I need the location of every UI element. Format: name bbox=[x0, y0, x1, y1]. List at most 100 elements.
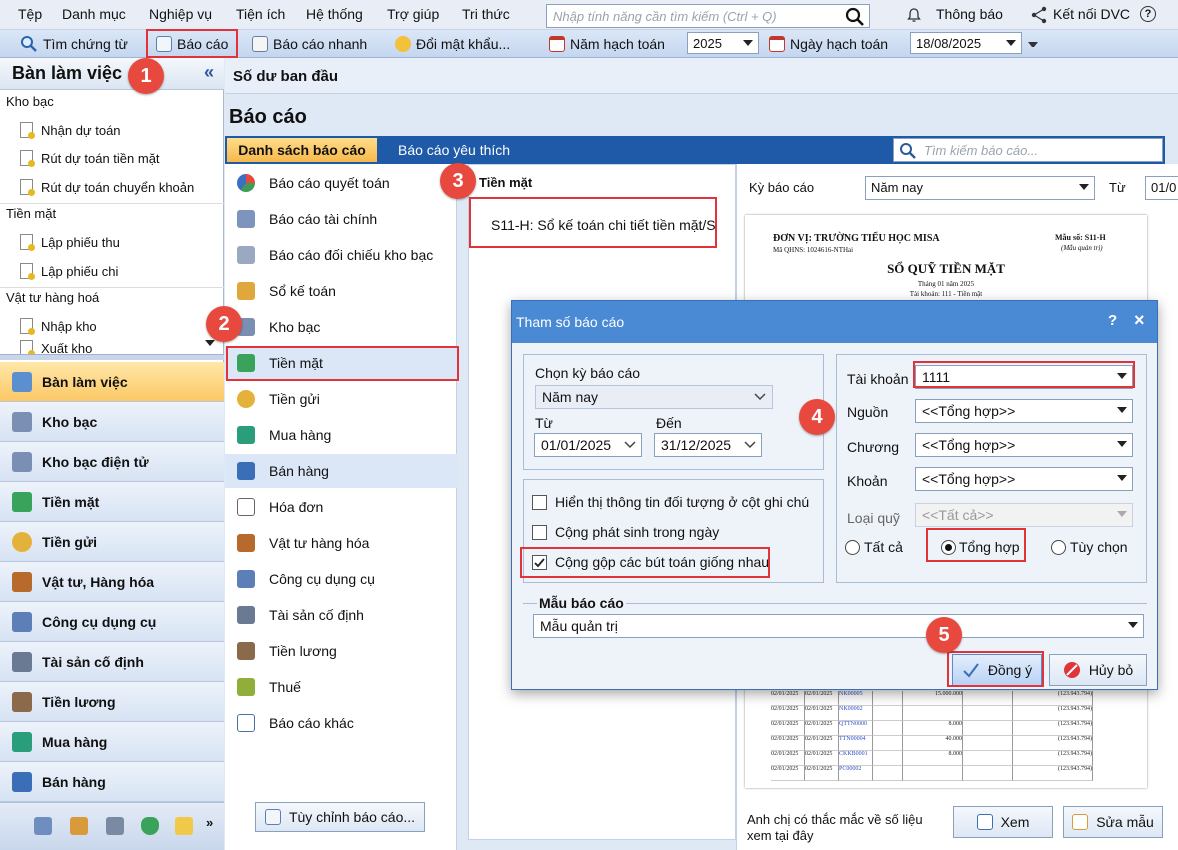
radio-summary[interactable] bbox=[941, 540, 956, 555]
list-item[interactable]: Tiền lương bbox=[225, 634, 457, 668]
section-kho-bac[interactable]: Kho bạc bbox=[0, 94, 224, 109]
help-icon[interactable]: ? bbox=[1140, 6, 1156, 22]
radio-custom[interactable] bbox=[1051, 540, 1066, 555]
list-item[interactable]: Sổ kế toán bbox=[225, 274, 457, 308]
tab-report-list[interactable]: Danh sách báo cáo bbox=[227, 138, 377, 162]
find-docs-button[interactable]: Tìm chứng từ bbox=[20, 34, 128, 54]
search-icon[interactable] bbox=[845, 7, 865, 27]
list-item[interactable]: Báo cáo khác bbox=[225, 706, 457, 740]
list-item[interactable]: Rút dự toán chuyển khoản bbox=[20, 179, 194, 196]
list-item[interactable]: Báo cáo quyết toán bbox=[225, 166, 457, 200]
to-date-input[interactable]: 31/12/2025 bbox=[654, 433, 762, 457]
list-item[interactable]: Thuế bbox=[225, 670, 457, 704]
report-shortcut-icon[interactable] bbox=[34, 817, 52, 835]
chapter-select[interactable]: <<Tổng hợp>> bbox=[915, 433, 1133, 457]
posting-date-select[interactable]: 18/08/2025 bbox=[910, 32, 1022, 54]
close-icon[interactable]: × bbox=[1134, 310, 1145, 331]
nav-sales[interactable]: Bán hàng bbox=[0, 762, 224, 802]
list-item[interactable]: Báo cáo đối chiếu kho bạc bbox=[225, 238, 457, 272]
from-date-input[interactable]: 01/0 bbox=[1145, 176, 1178, 200]
list-item[interactable]: Tiền gửi bbox=[225, 382, 457, 416]
preview-cell: 02/01/2025 bbox=[771, 751, 805, 766]
nav-label: Mua hàng bbox=[42, 733, 108, 750]
from-date-input[interactable]: 01/01/2025 bbox=[534, 433, 642, 457]
splitter[interactable] bbox=[0, 354, 224, 360]
nav-fixed-assets[interactable]: Tài sản cố định bbox=[0, 642, 224, 682]
menu-utilities[interactable]: Tiện ích bbox=[236, 6, 285, 22]
show-object-checkbox[interactable] bbox=[532, 495, 547, 510]
list-item[interactable]: Rút dự toán tiền mặt bbox=[20, 150, 160, 167]
radio-all[interactable] bbox=[845, 540, 860, 555]
list-item[interactable]: Lập phiếu thu bbox=[20, 234, 120, 251]
merge-entries-checkbox[interactable] bbox=[532, 555, 547, 570]
source-select[interactable]: <<Tổng hợp>> bbox=[915, 399, 1133, 423]
list-item-label: Báo cáo đối chiếu kho bạc bbox=[269, 247, 434, 263]
dialog-help-icon[interactable]: ? bbox=[1108, 312, 1117, 329]
chevron-down-icon[interactable] bbox=[205, 340, 215, 346]
toolbar: Tìm chứng từ Báo cáo Báo cáo nhanh Đổi m… bbox=[0, 30, 1178, 58]
daily-sum-checkbox[interactable] bbox=[532, 525, 547, 540]
list-item[interactable]: Nhập kho bbox=[20, 318, 97, 335]
list-item[interactable]: Lập phiếu chi bbox=[20, 263, 118, 280]
more-icon[interactable]: » bbox=[206, 815, 213, 830]
period-select[interactable]: Năm nay bbox=[865, 176, 1095, 200]
menu-catalog[interactable]: Danh mục bbox=[62, 6, 126, 22]
quick-report-button[interactable]: Báo cáo nhanh bbox=[252, 34, 367, 54]
notifications-link[interactable]: Thông báo bbox=[936, 6, 1003, 22]
list-item[interactable]: Báo cáo tài chính bbox=[225, 202, 457, 236]
nav-treasury[interactable]: Kho bạc bbox=[0, 402, 224, 442]
list-item[interactable]: Bán hàng bbox=[225, 454, 457, 488]
ok-button[interactable]: Đồng ý bbox=[952, 654, 1042, 686]
list-item-selected[interactable]: Tiền mặt bbox=[225, 346, 457, 380]
nav-deposit[interactable]: Tiền gửi bbox=[0, 522, 224, 562]
nav-goods[interactable]: Vật tư, Hàng hóa bbox=[0, 562, 224, 602]
menu-file[interactable]: Tệp bbox=[18, 6, 42, 22]
shield-icon[interactable] bbox=[141, 817, 159, 835]
section-tien-mat[interactable]: Tiền mặt bbox=[0, 206, 224, 221]
list-item[interactable]: Xuất kho bbox=[20, 340, 92, 354]
bell-icon[interactable] bbox=[907, 8, 921, 22]
section-vat-tu[interactable]: Vật tư hàng hoá bbox=[0, 290, 224, 305]
change-password-button[interactable]: Đổi mật khẩu... bbox=[395, 34, 510, 54]
list-item[interactable]: Hóa đơn bbox=[225, 490, 457, 524]
nav-e-treasury[interactable]: Kho bạc điện tử bbox=[0, 442, 224, 482]
edit-shortcut-icon[interactable] bbox=[106, 817, 124, 835]
feature-search-input[interactable]: Nhập tính năng cần tìm kiếm (Ctrl + Q) bbox=[546, 4, 870, 28]
account-select[interactable]: 1111 bbox=[915, 365, 1133, 389]
period-select[interactable]: Năm nay bbox=[535, 385, 773, 409]
list-item[interactable]: Vật tư hàng hóa bbox=[225, 526, 457, 560]
nav-tools[interactable]: Công cụ dụng cụ bbox=[0, 602, 224, 642]
collapse-icon[interactable]: « bbox=[204, 62, 214, 83]
connect-dvc-link[interactable]: Kết nối DVC bbox=[1053, 6, 1130, 22]
menu-operations[interactable]: Nghiệp vụ bbox=[149, 6, 212, 22]
nav-workspace[interactable]: Bàn làm việc bbox=[0, 362, 224, 402]
list-item[interactable]: Công cụ dụng cụ bbox=[225, 562, 457, 596]
connect-icon[interactable] bbox=[1030, 6, 1048, 24]
document-shortcut-icon[interactable] bbox=[70, 817, 88, 835]
cancel-button[interactable]: Hủy bỏ bbox=[1049, 654, 1147, 686]
menu-knowledge[interactable]: Tri thức bbox=[462, 6, 510, 22]
list-item[interactable]: Kho bạc bbox=[225, 310, 457, 344]
book-icon bbox=[237, 282, 255, 300]
toolbar-overflow-icon[interactable] bbox=[1028, 42, 1038, 50]
list-item[interactable]: Nhận dự toán bbox=[20, 122, 121, 139]
template-select[interactable]: Mẫu quản trị bbox=[533, 614, 1144, 638]
report-button[interactable]: Báo cáo bbox=[156, 34, 228, 54]
item-select[interactable]: <<Tổng hợp>> bbox=[915, 467, 1133, 491]
fiscal-year-select[interactable]: 2025 bbox=[687, 32, 759, 54]
list-item[interactable]: Mua hàng bbox=[225, 418, 457, 452]
list-item[interactable]: Tài sản cố định bbox=[225, 598, 457, 632]
menu-help[interactable]: Trợ giúp bbox=[387, 6, 439, 22]
report-item-s11h[interactable]: S11-H: Sổ kế toán chi tiết tiền mặt/Sổ q… bbox=[473, 201, 717, 249]
view-button[interactable]: Xem bbox=[953, 806, 1053, 838]
report-search-input[interactable]: Tìm kiếm báo cáo... bbox=[893, 138, 1163, 162]
nav-purchase[interactable]: Mua hàng bbox=[0, 722, 224, 762]
nav-salary[interactable]: Tiền lương bbox=[0, 682, 224, 722]
nav-cash[interactable]: Tiền mặt bbox=[0, 482, 224, 522]
item-label: Khoản bbox=[847, 473, 888, 489]
edit-template-button[interactable]: Sửa mẫu bbox=[1063, 806, 1163, 838]
tab-favorites[interactable]: Báo cáo yêu thích bbox=[398, 142, 510, 158]
menu-system[interactable]: Hệ thống bbox=[306, 6, 363, 22]
mail-icon[interactable] bbox=[175, 817, 193, 835]
customize-report-button[interactable]: Tùy chỉnh báo cáo... bbox=[255, 802, 425, 832]
